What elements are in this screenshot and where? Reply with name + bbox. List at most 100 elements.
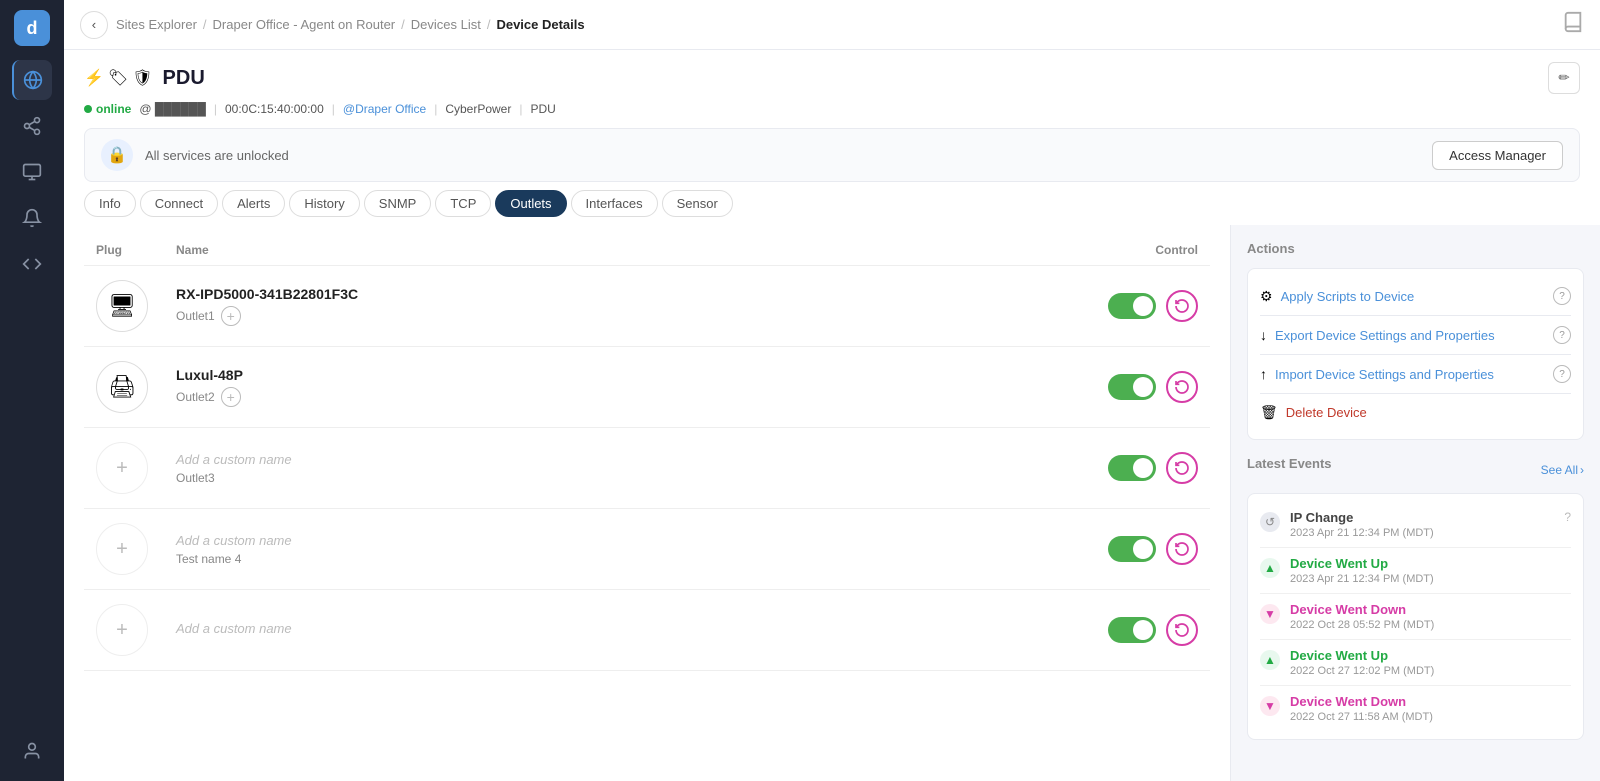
outlet-control (1038, 290, 1198, 322)
action-delete-device[interactable]: 🗑 Delete Device (1260, 394, 1571, 431)
sidebar-item-topology[interactable] (12, 106, 52, 146)
breadcrumb-sep-3: / (487, 17, 491, 32)
col-control: Control (1038, 243, 1198, 257)
help-icon[interactable]: ? (1553, 365, 1571, 383)
outlet-toggle[interactable] (1108, 617, 1156, 643)
outlets-rows: 🖥 RX-IPD5000-341B22801F3C Outlet1 + 🖨 (84, 266, 1210, 671)
event-item: ▼ Device Went Down 2022 Oct 27 11:58 AM … (1260, 686, 1571, 731)
outlet-reboot-button[interactable] (1166, 371, 1198, 403)
action-apply-scripts[interactable]: ⚙ Apply Scripts to Device ? (1260, 277, 1571, 316)
outlet-row-3: + Add a custom name Outlet3 (84, 428, 1210, 509)
lock-text: All services are unlocked (145, 148, 1420, 163)
right-panel: Actions ⚙ Apply Scripts to Device ? ↓ Ex… (1230, 225, 1600, 781)
action-label: Delete Device (1286, 405, 1571, 420)
outlet-toggle[interactable] (1108, 536, 1156, 562)
device-name: PDU (163, 67, 205, 90)
breadcrumb-agent[interactable]: Draper Office - Agent on Router (213, 17, 396, 32)
access-manager-button[interactable]: Access Manager (1432, 141, 1563, 170)
outlet-reboot-button[interactable] (1166, 290, 1198, 322)
outlet-placeholder[interactable]: Add a custom name (176, 533, 1038, 548)
event-info: Device Went Down 2022 Oct 27 11:58 AM (M… (1290, 694, 1571, 723)
outlet-reboot-button[interactable] (1166, 533, 1198, 565)
outlet-toggle[interactable] (1108, 455, 1156, 481)
sidebar-item-monitor[interactable] (12, 152, 52, 192)
event-item: ▲ Device Went Up 2023 Apr 21 12:34 PM (M… (1260, 548, 1571, 594)
see-all-link[interactable]: See All › (1541, 463, 1584, 477)
tab-outlets[interactable]: Outlets (495, 190, 566, 217)
meta-sep-2: | (332, 102, 335, 116)
tab-sensor[interactable]: Sensor (662, 190, 733, 217)
meta-sep-3: | (434, 102, 437, 116)
event-name: Device Went Down (1290, 602, 1571, 617)
breadcrumb: Sites Explorer / Draper Office - Agent o… (116, 17, 585, 32)
event-info: Device Went Up 2023 Apr 21 12:34 PM (MDT… (1290, 556, 1571, 585)
breadcrumb-devices[interactable]: Devices List (411, 17, 481, 32)
device-header: ⚡ 🏷 🛡 PDU ✏ online @ ██████ | 00:0C:15:4… (64, 50, 1600, 182)
sidebar: d (0, 0, 64, 781)
left-panel: Plug Name Control 🖥 RX-IPD5000-341B22801… (64, 225, 1230, 781)
sidebar-item-tools[interactable] (12, 244, 52, 284)
action-label: Import Device Settings and Properties (1275, 367, 1545, 382)
back-button[interactable]: ‹ (80, 11, 108, 39)
add-outlet-tag-button[interactable]: + (221, 387, 241, 407)
add-outlet-tag-button[interactable]: + (221, 306, 241, 326)
outlet-custom-name: Outlet1 + (176, 306, 1038, 326)
location-link[interactable]: @Draper Office (343, 102, 426, 116)
event-icon: ▼ (1260, 696, 1280, 716)
outlet-reboot-button[interactable] (1166, 452, 1198, 484)
outlet-row-2: 🖨 Luxul-48P Outlet2 + (84, 347, 1210, 428)
tab-connect[interactable]: Connect (140, 190, 218, 217)
outlet-plug-icon: 🖨 (96, 361, 148, 413)
meta-sep-1: | (214, 102, 217, 116)
breadcrumb-sites[interactable]: Sites Explorer (116, 17, 197, 32)
action-import-settings[interactable]: ↑ Import Device Settings and Properties … (1260, 355, 1571, 394)
device-meta: online @ ██████ | 00:0C:15:40:00:00 | @D… (84, 102, 1580, 116)
edit-device-button[interactable]: ✏ (1548, 62, 1580, 94)
tab-tcp[interactable]: TCP (435, 190, 491, 217)
outlet-reboot-button[interactable] (1166, 614, 1198, 646)
app-logo[interactable]: d (14, 10, 50, 46)
help-icon[interactable]: ? (1553, 326, 1571, 344)
outlets-table: Plug Name Control 🖥 RX-IPD5000-341B22801… (84, 235, 1210, 671)
outlet-plug-icon: + (96, 604, 148, 656)
event-info: Device Went Down 2022 Oct 28 05:52 PM (M… (1290, 602, 1571, 631)
outlet-toggle[interactable] (1108, 293, 1156, 319)
outlet-control (1038, 614, 1198, 646)
event-item: ↺ IP Change 2023 Apr 21 12:34 PM (MDT) ? (1260, 502, 1571, 548)
lock-bar: 🔒 All services are unlocked Access Manag… (84, 128, 1580, 182)
action-export-settings[interactable]: ↓ Export Device Settings and Properties … (1260, 316, 1571, 355)
outlet-device-name: Luxul-48P (176, 367, 1038, 383)
actions-title: Actions (1247, 241, 1584, 256)
online-dot (84, 105, 92, 113)
event-icon: ▼ (1260, 604, 1280, 624)
tab-snmp[interactable]: SNMP (364, 190, 432, 217)
outlet-toggle[interactable] (1108, 374, 1156, 400)
action-label: Export Device Settings and Properties (1275, 328, 1545, 343)
main-content: ‹ Sites Explorer / Draper Office - Agent… (64, 0, 1600, 781)
event-info: IP Change 2023 Apr 21 12:34 PM (MDT) (1290, 510, 1554, 539)
tab-info[interactable]: Info (84, 190, 136, 217)
event-time: 2023 Apr 21 12:34 PM (MDT) (1290, 573, 1571, 585)
outlet-placeholder[interactable]: Add a custom name (176, 621, 1038, 636)
outlet-control (1038, 452, 1198, 484)
event-time: 2022 Oct 28 05:52 PM (MDT) (1290, 619, 1571, 631)
book-icon[interactable] (1562, 11, 1584, 38)
topbar: ‹ Sites Explorer / Draper Office - Agent… (64, 0, 1600, 50)
tab-interfaces[interactable]: Interfaces (571, 190, 658, 217)
outlet-row-5: + Add a custom name (84, 590, 1210, 671)
tabs-bar: InfoConnectAlertsHistorySNMPTCPOutletsIn… (64, 182, 1600, 225)
col-name: Name (176, 243, 1038, 257)
sidebar-item-alerts[interactable] (12, 198, 52, 238)
event-question: ? (1564, 510, 1571, 524)
tab-alerts[interactable]: Alerts (222, 190, 285, 217)
help-icon[interactable]: ? (1553, 287, 1571, 305)
tab-history[interactable]: History (289, 190, 359, 217)
lightning-icon: ⚡ (84, 68, 104, 88)
breadcrumb-sep-2: / (401, 17, 405, 32)
outlet-placeholder[interactable]: Add a custom name (176, 452, 1038, 467)
breadcrumb-sep-1: / (203, 17, 207, 32)
events-box: ↺ IP Change 2023 Apr 21 12:34 PM (MDT) ?… (1247, 493, 1584, 740)
sidebar-item-sites[interactable] (12, 60, 52, 100)
content-area: Plug Name Control 🖥 RX-IPD5000-341B22801… (64, 225, 1600, 781)
sidebar-item-user[interactable] (12, 731, 52, 771)
